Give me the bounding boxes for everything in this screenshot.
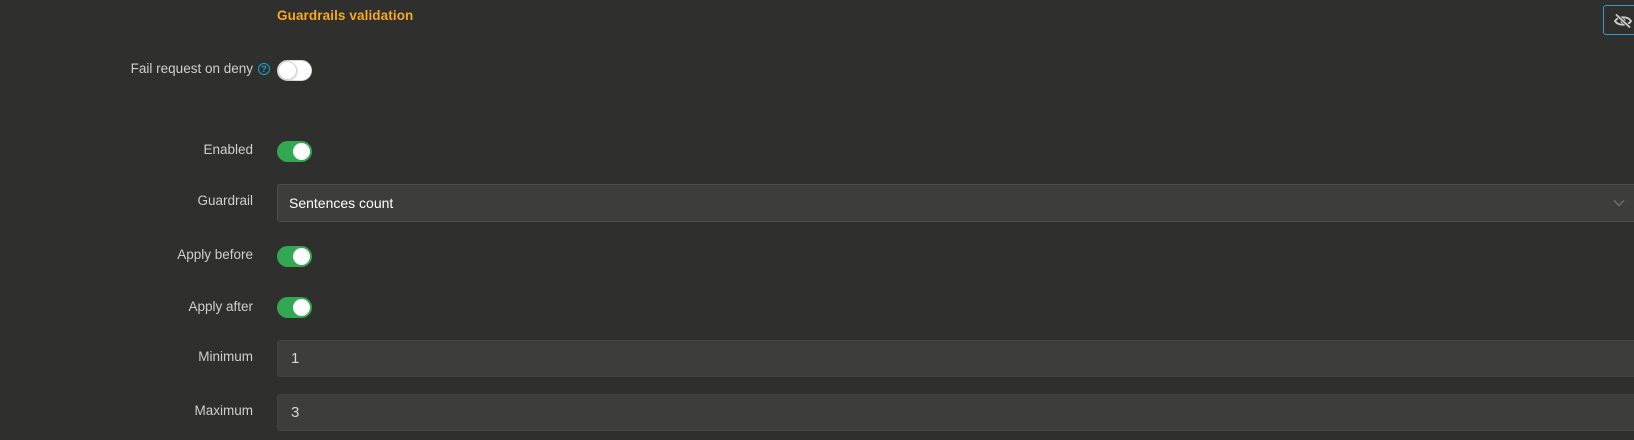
chevron-down-icon	[1613, 199, 1625, 207]
maximum-input[interactable]	[277, 394, 1634, 431]
apply-after-label: Apply after	[188, 299, 253, 314]
enabled-toggle[interactable]	[277, 141, 312, 162]
guardrail-selected-value: Sentences count	[289, 195, 394, 211]
maximum-label: Maximum	[194, 403, 253, 418]
toggle-knob	[293, 299, 310, 316]
fail-request-on-deny-label: Fail request on deny	[130, 61, 253, 76]
apply-before-toggle[interactable]	[277, 246, 312, 267]
apply-after-toggle[interactable]	[277, 297, 312, 318]
toggle-knob	[293, 248, 310, 265]
fail-request-on-deny-toggle[interactable]	[277, 60, 312, 81]
guardrail-label: Guardrail	[197, 193, 253, 208]
help-icon[interactable]: ?	[258, 63, 270, 75]
section-title: Guardrails validation	[277, 8, 414, 23]
eye-slash-icon	[1613, 13, 1633, 29]
toggle-knob	[279, 62, 296, 79]
minimum-label: Minimum	[198, 349, 253, 364]
toggle-knob	[293, 143, 310, 160]
toggle-visibility-button[interactable]	[1603, 5, 1634, 35]
guardrail-select[interactable]: Sentences count	[277, 184, 1634, 222]
apply-before-label: Apply before	[177, 247, 253, 262]
minimum-input[interactable]	[277, 340, 1634, 377]
enabled-label: Enabled	[203, 142, 253, 157]
